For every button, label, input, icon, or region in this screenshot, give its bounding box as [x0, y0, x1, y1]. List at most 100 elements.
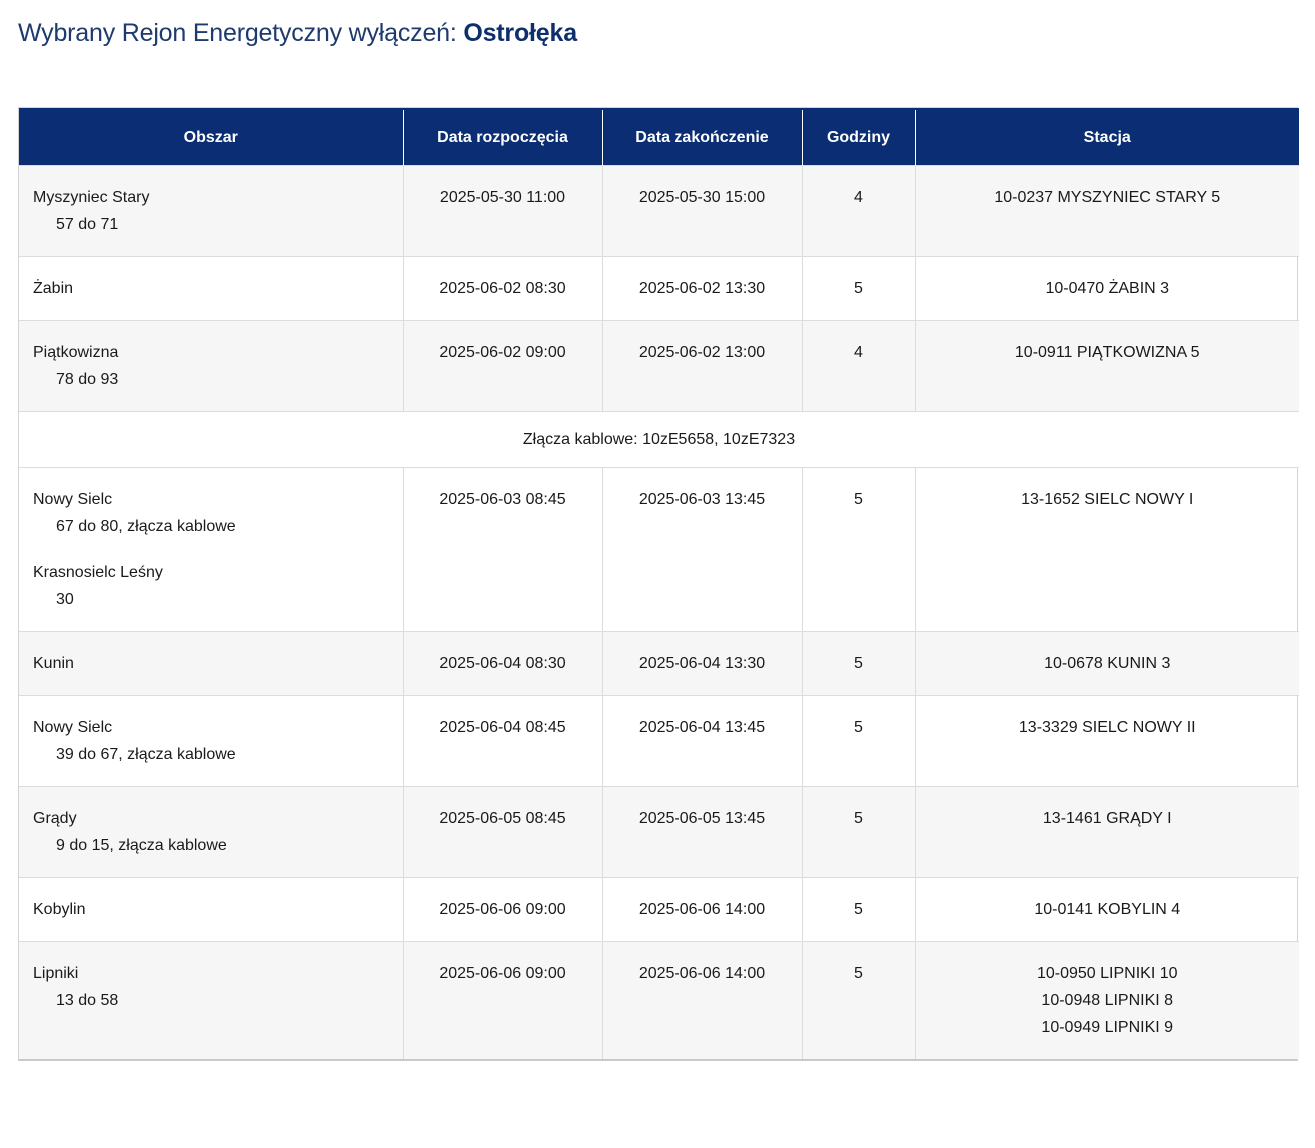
area-name: Piątkowizna [33, 344, 119, 361]
start-date-cell: 2025-06-06 09:00 [403, 877, 603, 942]
area-cell: Żabin [19, 256, 404, 321]
end-date-cell: 2025-05-30 15:00 [602, 165, 803, 257]
start-date-cell: 2025-06-02 09:00 [403, 320, 603, 412]
area-block: Nowy Sielc 39 do 67, złącza kablowe [33, 714, 389, 768]
station-name: 13-3329 SIELC NOWY II [1018, 719, 1196, 736]
area-name: Nowy Sielc [33, 491, 113, 508]
area-name: Kobylin [33, 901, 86, 918]
hours-cell: 5 [802, 695, 916, 787]
area-name: Żabin [33, 280, 74, 297]
area-detail: 67 do 80, złącza kablowe [56, 518, 236, 535]
start-date-cell: 2025-06-02 08:30 [403, 256, 603, 321]
start-date-cell: 2025-06-03 08:45 [403, 467, 603, 632]
outage-table: Obszar Data rozpoczęcia Data zakończenie… [19, 108, 1299, 1059]
table-header-row: Obszar Data rozpoczęcia Data zakończenie… [19, 108, 1299, 166]
page-title: Wybrany Rejon Energetyczny wyłączeń: Ost… [18, 16, 577, 50]
station-name: 10-0911 PIĄTKOWIZNA 5 [1014, 344, 1200, 361]
station-cell: 10-0470 ŻABIN 3 [915, 256, 1299, 321]
area-cell: Kobylin [19, 877, 404, 942]
end-date-cell: 2025-06-06 14:00 [602, 877, 803, 942]
column-header-area: Obszar [19, 108, 404, 166]
area-block: Kunin [33, 650, 389, 677]
station-name: 10-0470 ŻABIN 3 [1045, 280, 1170, 297]
hours-cell: 5 [802, 467, 916, 632]
area-cell: Nowy Sielc 39 do 67, złącza kablowe [19, 695, 404, 787]
station-cell: 10-0911 PIĄTKOWIZNA 5 [915, 320, 1299, 412]
area-name: Krasnosielc Leśny [33, 564, 163, 581]
start-date-cell: 2025-06-06 09:00 [403, 941, 603, 1059]
column-header-end-date: Data zakończenie [602, 108, 803, 166]
area-detail: 78 do 93 [56, 371, 119, 388]
station-name: 10-0141 KOBYLIN 4 [1034, 901, 1181, 918]
area-block: Krasnosielc Leśny 30 [33, 559, 389, 613]
table-row: Nowy Sielc 67 do 80, złącza kablowe Krasno… [19, 467, 1299, 632]
column-header-start-date: Data rozpoczęcia [403, 108, 603, 166]
outage-table-container: Obszar Data rozpoczęcia Data zakończenie… [18, 107, 1299, 1061]
area-cell: Kunin [19, 631, 404, 696]
start-date-cell: 2025-06-04 08:30 [403, 631, 603, 696]
table-row: Piątkowizna 78 do 93 2025-06-02 09:00 2025-… [19, 320, 1299, 412]
area-detail: 9 do 15, złącza kablowe [56, 837, 227, 854]
hours-cell: 5 [802, 786, 916, 878]
table-note-row: Złącza kablowe: 10zE5658, 10zE7323 [19, 411, 1299, 468]
hours-cell: 5 [802, 941, 916, 1059]
hours-cell: 4 [802, 320, 916, 412]
area-detail: 30 [56, 591, 74, 608]
area-cell: Myszyniec Stary 57 do 71 [19, 165, 404, 257]
column-header-hours: Godziny [802, 108, 916, 166]
hours-cell: 5 [802, 256, 916, 321]
start-date-cell: 2025-06-05 08:45 [403, 786, 603, 878]
start-date-cell: 2025-05-30 11:00 [403, 165, 603, 257]
station-cell: 10-0678 KUNIN 3 [915, 631, 1299, 696]
end-date-cell: 2025-06-06 14:00 [602, 941, 803, 1059]
station-name: 10-0237 MYSZYNIEC STARY 5 [994, 189, 1221, 206]
end-date-cell: 2025-06-04 13:45 [602, 695, 803, 787]
end-date-cell: 2025-06-02 13:30 [602, 256, 803, 321]
station-cell: 13-3329 SIELC NOWY II [915, 695, 1299, 787]
note-cell: Złącza kablowe: 10zE5658, 10zE7323 [19, 411, 1299, 468]
area-name: Nowy Sielc [33, 719, 113, 736]
table-row: Nowy Sielc 39 do 67, złącza kablowe 2025-0… [19, 695, 1299, 787]
table-row: Lipniki 13 do 58 2025-06-06 09:00 2025-06-0… [19, 941, 1299, 1059]
station-cell: 13-1652 SIELC NOWY I [915, 467, 1299, 632]
area-name: Kunin [33, 655, 74, 672]
area-detail: 57 do 71 [56, 216, 119, 233]
table-row: Myszyniec Stary 57 do 71 2025-05-30 11:00 2… [19, 165, 1299, 257]
station-cell: 10-0950 LIPNIKI 10 10-0948 LIPNIKI 8 10-09… [915, 941, 1299, 1059]
page-title-prefix: Wybrany Rejon Energetyczny wyłączeń: [18, 19, 457, 47]
column-header-station: Stacja [915, 108, 1299, 166]
end-date-cell: 2025-06-05 13:45 [602, 786, 803, 878]
station-name: 10-0948 LIPNIKI 8 [1041, 992, 1174, 1009]
station-name: 13-1652 SIELC NOWY I [1021, 491, 1194, 508]
end-date-cell: 2025-06-04 13:30 [602, 631, 803, 696]
hours-cell: 5 [802, 631, 916, 696]
start-date-cell: 2025-06-04 08:45 [403, 695, 603, 787]
hours-cell: 4 [802, 165, 916, 257]
area-block: Piątkowizna 78 do 93 [33, 339, 389, 393]
table-row: Żabin 2025-06-02 08:30 2025-06-02 13:30 5 10… [19, 256, 1299, 321]
region-name: Ostrołęka [463, 19, 577, 47]
table-row: Grądy 9 do 15, złącza kablowe 2025-06-05 0… [19, 786, 1299, 878]
table-row: Kunin 2025-06-04 08:30 2025-06-04 13:30 5 10… [19, 631, 1299, 696]
station-cell: 10-0237 MYSZYNIEC STARY 5 [915, 165, 1299, 257]
station-name: 10-0949 LIPNIKI 9 [1041, 1019, 1174, 1036]
area-name: Lipniki [33, 965, 79, 982]
station-cell: 13-1461 GRĄDY I [915, 786, 1299, 878]
area-name: Grądy [33, 810, 77, 827]
area-block: Myszyniec Stary 57 do 71 [33, 184, 389, 238]
area-block: Grądy 9 do 15, złącza kablowe [33, 805, 389, 859]
station-name: 13-1461 GRĄDY I [1042, 810, 1172, 827]
end-date-cell: 2025-06-03 13:45 [602, 467, 803, 632]
area-cell: Grądy 9 do 15, złącza kablowe [19, 786, 404, 878]
area-cell: Nowy Sielc 67 do 80, złącza kablowe Krasno… [19, 467, 404, 632]
area-block: Nowy Sielc 67 do 80, złącza kablowe [33, 486, 389, 540]
area-block: Żabin [33, 275, 389, 302]
end-date-cell: 2025-06-02 13:00 [602, 320, 803, 412]
area-cell: Lipniki 13 do 58 [19, 941, 404, 1059]
area-detail: 39 do 67, złącza kablowe [56, 746, 236, 763]
hours-cell: 5 [802, 877, 916, 942]
table-body: Myszyniec Stary 57 do 71 2025-05-30 11:00 2… [19, 165, 1299, 1059]
station-name: 10-0950 LIPNIKI 10 [1036, 965, 1178, 982]
station-name: 10-0678 KUNIN 3 [1044, 655, 1171, 672]
area-block: Kobylin [33, 896, 389, 923]
